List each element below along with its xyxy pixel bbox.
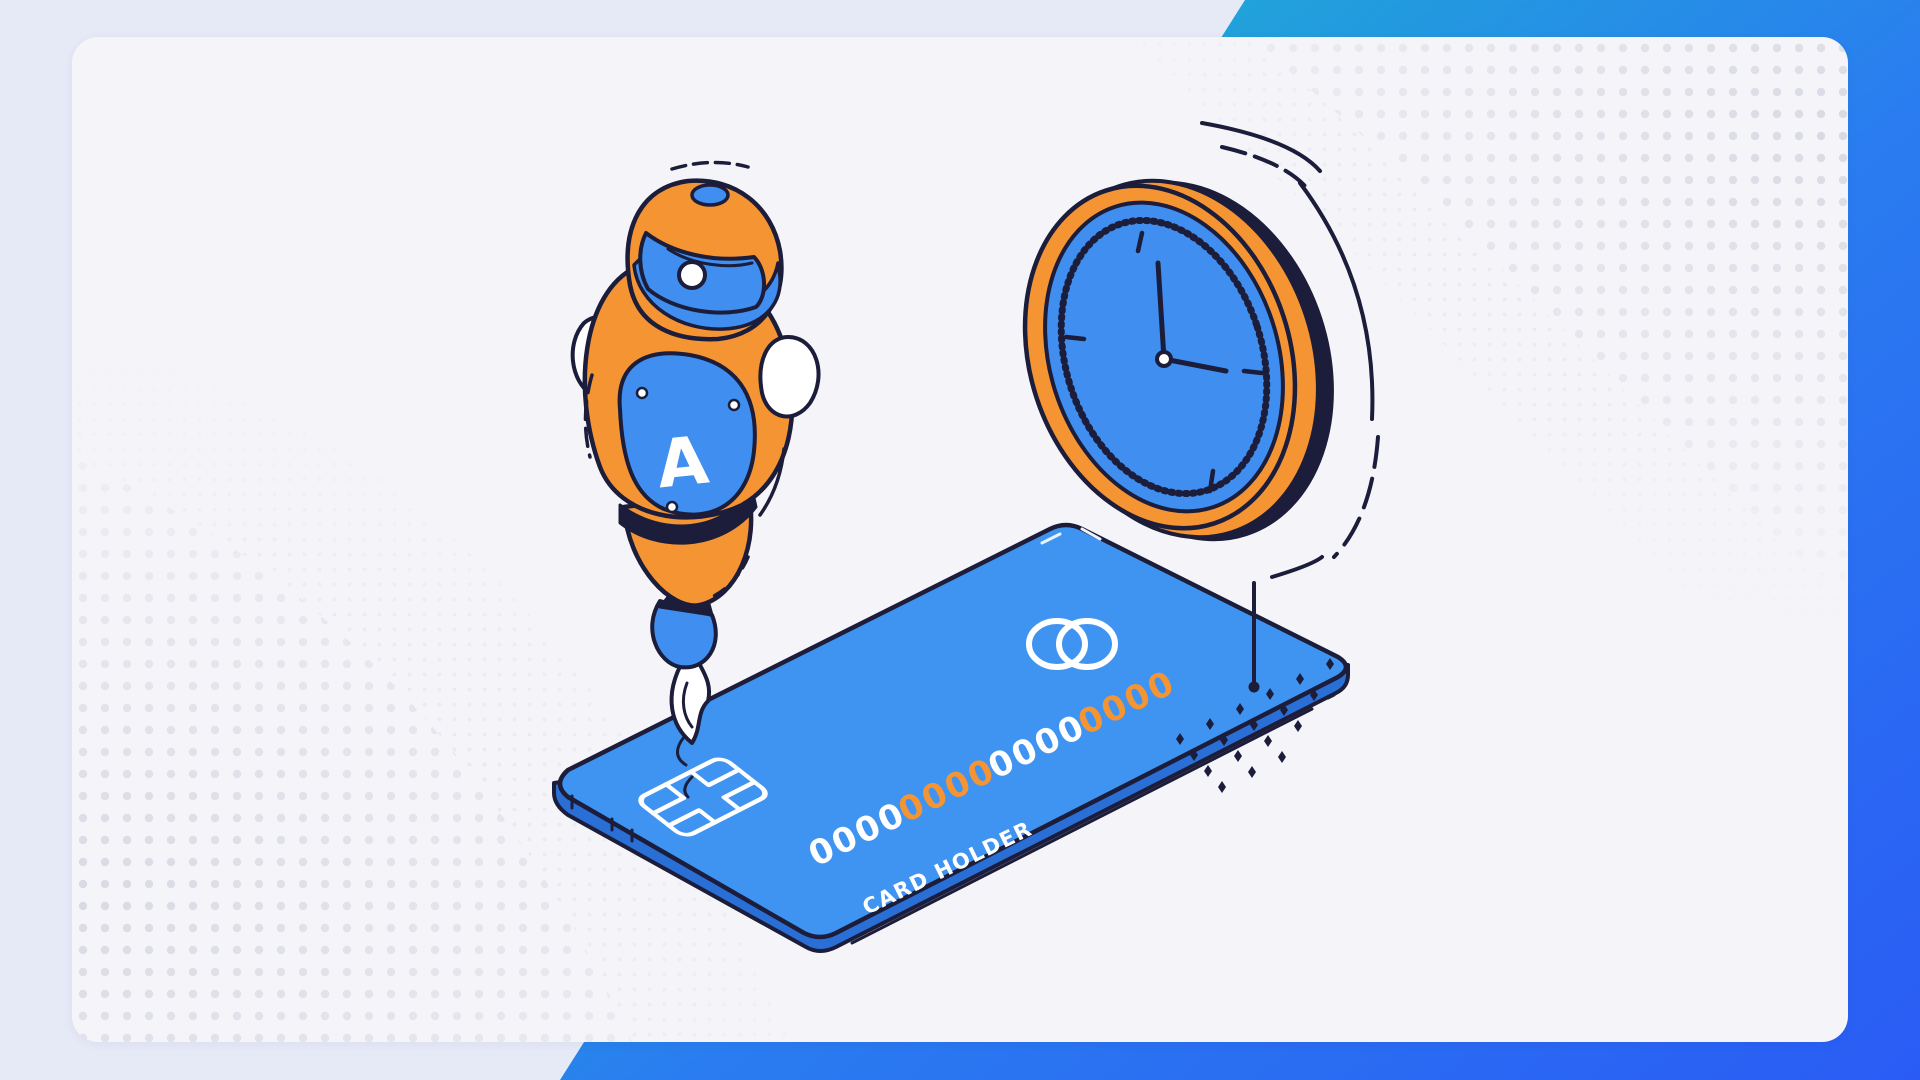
illustration-panel: 0000 0000 0000 0000 CARD HOLDER A: [72, 37, 1848, 1042]
illustration: 0000 0000 0000 0000 CARD HOLDER A: [72, 37, 1848, 1042]
robot-chest-letter: A: [653, 422, 712, 504]
